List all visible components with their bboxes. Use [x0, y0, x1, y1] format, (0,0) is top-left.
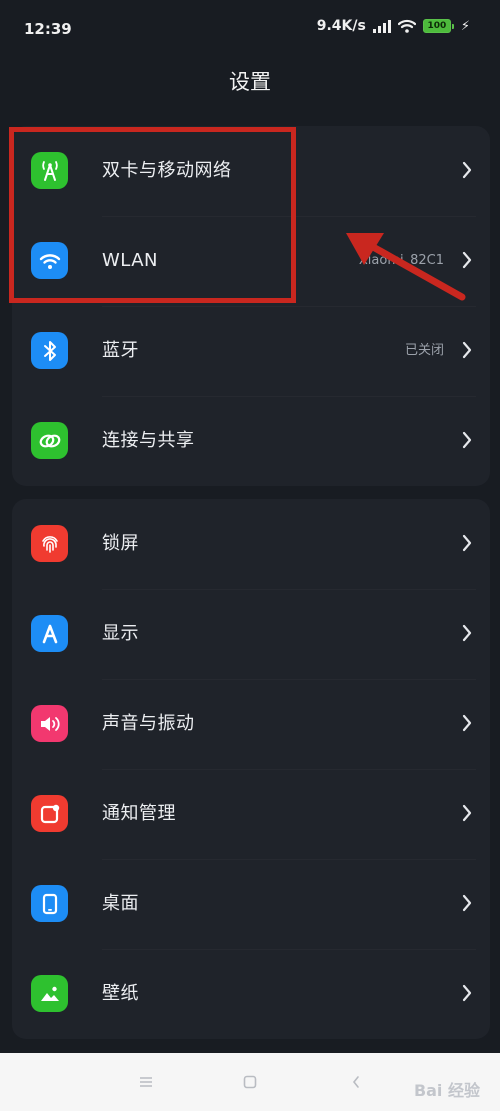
settings-row-wallpaper[interactable]: 壁纸 — [12, 949, 490, 1039]
status-bar: 12:39 9.4K/s 100 ⚡ — [0, 0, 500, 60]
charging-icon: ⚡ — [460, 18, 470, 34]
chevron-right-icon — [462, 714, 472, 732]
network-speed: 9.4K/s — [316, 18, 366, 34]
row-label: 连接与共享 — [102, 430, 195, 451]
home-button[interactable] — [230, 1053, 270, 1111]
menu-button[interactable] — [126, 1053, 166, 1111]
chevron-right-icon — [462, 804, 472, 822]
bluetooth-icon — [31, 332, 68, 369]
bluetooth-status: 已关闭 — [404, 343, 444, 358]
link-icon — [31, 422, 68, 459]
annotation-arrow — [346, 233, 466, 301]
settings-row-display[interactable]: 显示 — [12, 589, 490, 679]
back-button[interactable] — [336, 1053, 376, 1111]
status-indicators: 9.4K/s 100 ⚡ — [317, 18, 470, 34]
chevron-right-icon — [462, 984, 472, 1002]
row-label: 通知管理 — [102, 803, 176, 824]
battery-level: 100 — [422, 19, 451, 33]
settings-row-lock-screen[interactable]: 锁屏 — [12, 499, 490, 589]
wifi-status-icon — [397, 19, 416, 33]
row-label: 显示 — [102, 623, 139, 644]
row-label: 桌面 — [102, 893, 139, 914]
phone-desktop-icon — [31, 885, 68, 922]
chevron-right-icon — [462, 894, 472, 912]
row-label: 锁屏 — [102, 533, 139, 554]
chevron-right-icon — [462, 431, 472, 449]
back-icon — [352, 1076, 359, 1088]
settings-row-bluetooth[interactable]: 蓝牙 已关闭 — [12, 306, 490, 396]
page-title: 设置 — [229, 70, 271, 94]
chevron-right-icon — [462, 624, 472, 642]
settings-row-connection-sharing[interactable]: 连接与共享 — [12, 396, 490, 486]
row-label: 壁纸 — [102, 983, 139, 1004]
settings-row-sound-vibration[interactable]: 声音与振动 — [12, 679, 490, 769]
notification-icon — [31, 795, 68, 832]
battery-icon: 100 — [422, 19, 454, 33]
system-nav-bar: Bai 经验 — [0, 1053, 500, 1111]
chevron-right-icon — [462, 161, 472, 179]
chevron-right-icon — [462, 534, 472, 552]
row-label: 蓝牙 — [102, 340, 139, 361]
settings-row-desktop[interactable]: 桌面 — [12, 859, 490, 949]
row-label: 声音与振动 — [102, 713, 195, 734]
settings-row-notifications[interactable]: 通知管理 — [12, 769, 490, 859]
fingerprint-icon — [31, 525, 68, 562]
annotation-highlight-box — [9, 127, 296, 303]
chevron-right-icon — [462, 341, 472, 359]
menu-icon — [140, 1077, 152, 1087]
watermark-logo: Bai 经验 — [413, 1081, 480, 1100]
speaker-icon — [31, 705, 68, 742]
signal-icon — [372, 19, 391, 33]
status-time: 12:39 — [24, 20, 72, 38]
home-icon — [243, 1075, 257, 1089]
display-a-icon — [31, 615, 68, 652]
settings-group-personalization: 锁屏 显示 声音与振动 通知管理 桌面 壁纸 — [12, 499, 490, 1039]
wallpaper-icon — [31, 975, 68, 1012]
